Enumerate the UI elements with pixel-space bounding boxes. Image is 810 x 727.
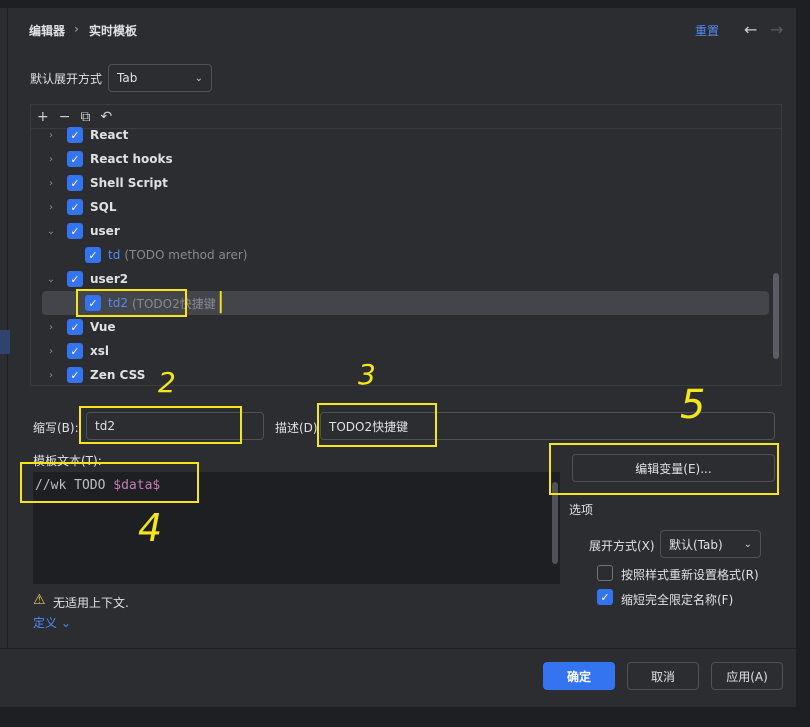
left-panel-selection [0, 330, 10, 354]
window-bottom-strip [0, 707, 810, 727]
shorten-label[interactable]: 缩短完全限定名称(F) [621, 591, 733, 608]
forward-arrow-icon[interactable]: → [770, 20, 783, 39]
apply-button[interactable]: 应用(A) [711, 662, 783, 690]
tree-group-react[interactable]: › ✓ React [31, 123, 767, 147]
annotation-box-abbrev [79, 406, 242, 444]
left-panel-edge [0, 8, 8, 648]
tree-group-xsl[interactable]: › ✓ xsl [31, 339, 767, 363]
chevron-down-icon: ⌄ [194, 72, 203, 84]
checkbox-user[interactable]: ✓ [67, 223, 83, 239]
annotation-number-3: 3 [358, 358, 376, 391]
tree-group-label: React hooks [90, 152, 173, 166]
annotation-number-4: 4 [138, 506, 163, 550]
abbrev-label: 缩写(B): [33, 421, 79, 435]
chevron-right-icon[interactable]: › [45, 178, 57, 189]
chevron-down-icon[interactable]: ⌄ [45, 226, 57, 237]
annotation-mark-1: | [217, 289, 225, 314]
chevron-right-icon[interactable]: › [45, 370, 57, 381]
cancel-button[interactable]: 取消 [627, 662, 699, 690]
tree-item-td[interactable]: ✓ td (TODO method arer) [31, 243, 767, 267]
ok-button[interactable]: 确定 [543, 662, 615, 690]
shorten-checkbox[interactable]: ✓ [597, 589, 613, 605]
ok-label: 确定 [566, 669, 591, 684]
tree-group-user[interactable]: ⌄ ✓ user [31, 219, 767, 243]
chevron-right-icon[interactable]: › [45, 322, 57, 333]
options-title: 选项 [569, 503, 594, 517]
expand-with-select[interactable]: 默认(Tab) ⌄ [660, 530, 761, 558]
checkbox-sql[interactable]: ✓ [67, 199, 83, 215]
annotation-number-5: 5 [680, 382, 706, 428]
checkbox-shell-script[interactable]: ✓ [67, 175, 83, 191]
checkbox-xsl[interactable]: ✓ [67, 343, 83, 359]
tree-item-desc: (TODO method arer) [124, 248, 248, 262]
checkbox-user2[interactable]: ✓ [67, 271, 83, 287]
reformat-label[interactable]: 按照样式重新设置格式(R) [621, 566, 759, 583]
tree-group-label: React [90, 128, 129, 142]
default-expand-value: Tab [117, 71, 138, 85]
description-label: 描述(D) [275, 421, 318, 435]
tree-group-shell-script[interactable]: › ✓ Shell Script [31, 171, 767, 195]
default-expand-label: 默认展开方式 [30, 72, 103, 86]
expand-with-value: 默认(Tab) [669, 537, 723, 552]
expand-with-label: 展开方式(X) [589, 539, 655, 553]
checkbox-react-hooks[interactable]: ✓ [67, 151, 83, 167]
annotation-box-edit-variables [549, 443, 779, 495]
tree-group-label: user [90, 224, 120, 238]
cancel-label: 取消 [650, 669, 675, 684]
apply-label: 应用(A) [726, 669, 768, 684]
warning-icon: ⚠ [33, 592, 46, 608]
annotation-box-tree-item [76, 289, 187, 317]
reset-link[interactable]: 重置 [695, 22, 719, 39]
tree-group-zen-css[interactable]: › ✓ Zen CSS [31, 363, 767, 385]
checkbox-vue[interactable]: ✓ [67, 319, 83, 335]
reformat-checkbox[interactable] [597, 565, 613, 581]
tree-group-react-hooks[interactable]: › ✓ React hooks [31, 147, 767, 171]
back-arrow-icon[interactable]: ← [744, 20, 757, 39]
breadcrumb-editor[interactable]: 编辑器 [29, 22, 65, 39]
tree-group-label: SQL [90, 200, 117, 214]
checkbox-td[interactable]: ✓ [85, 247, 101, 263]
tree-group-label: user2 [90, 272, 129, 286]
chevron-right-icon[interactable]: › [45, 202, 57, 213]
checkbox-react[interactable]: ✓ [67, 127, 83, 143]
template-tree[interactable]: + − ⧉ ↶ › ✓ React › ✓ React hooks › ✓ Sh… [30, 104, 782, 386]
tree-group-label: Vue [90, 320, 116, 334]
footer-separator [0, 648, 800, 649]
annotation-box-description [317, 403, 437, 447]
chevron-right-icon[interactable]: › [45, 130, 57, 141]
chevron-right-icon[interactable]: › [45, 154, 57, 165]
chevron-right-icon[interactable]: › [45, 346, 57, 357]
tree-group-label: Shell Script [90, 176, 168, 190]
window-top-strip [0, 0, 810, 8]
annotation-number-2: 2 [158, 366, 176, 399]
tree-scrollbar[interactable] [773, 273, 779, 359]
tree-group-sql[interactable]: › ✓ SQL [31, 195, 767, 219]
annotation-box-template-text [20, 462, 199, 503]
tree-group-user2[interactable]: ⌄ ✓ user2 [31, 267, 767, 291]
warning-text: 无适用上下文. [53, 596, 129, 610]
tree-group-label: Zen CSS [90, 368, 146, 382]
breadcrumb-separator: › [74, 22, 79, 36]
tree-item-name: td [108, 248, 121, 262]
window-right-strip [796, 0, 810, 727]
chevron-down-icon: ⌄ [743, 538, 752, 550]
chevron-down-icon[interactable]: ⌄ [45, 274, 57, 285]
tree-group-vue[interactable]: › ✓ Vue [31, 315, 767, 339]
checkbox-zen-css[interactable]: ✓ [67, 367, 83, 383]
define-link[interactable]: 定义 ⌄ [33, 614, 71, 631]
default-expand-select[interactable]: Tab ⌄ [108, 64, 212, 92]
tree-group-label: xsl [90, 344, 109, 358]
breadcrumb-current: 实时模板 [89, 24, 138, 38]
